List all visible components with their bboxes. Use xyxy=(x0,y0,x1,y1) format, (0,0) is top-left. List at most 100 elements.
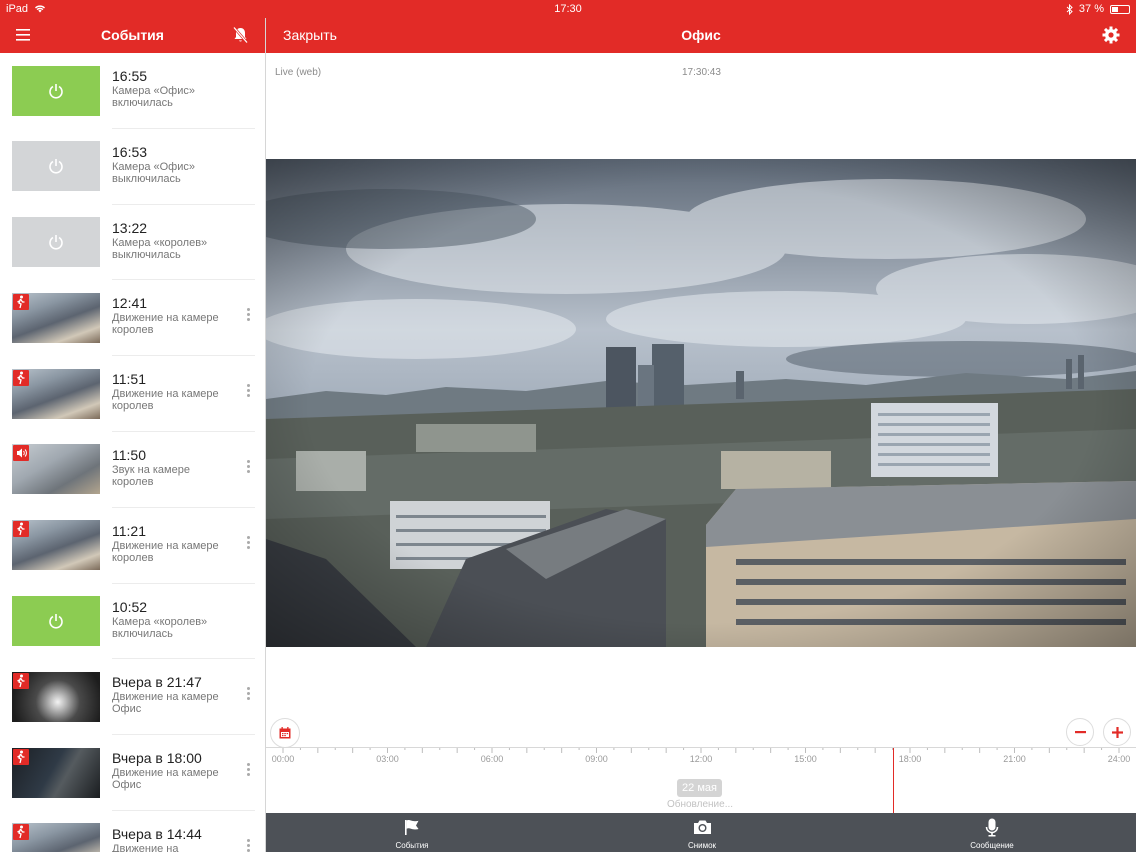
event-thumbnail[interactable] xyxy=(12,596,100,647)
date-badge: 22 мая xyxy=(677,779,722,797)
calendar-icon xyxy=(279,727,291,739)
video-timestamp: 17:30:43 xyxy=(682,67,721,78)
bell-off-icon[interactable] xyxy=(232,26,249,44)
event-item[interactable]: Вчера в 14:44 Движение на xyxy=(0,811,265,852)
event-time: Вчера в 18:00 xyxy=(112,750,202,767)
battery-icon xyxy=(1110,4,1130,14)
event-thumbnail[interactable] xyxy=(12,65,100,116)
more-options-icon[interactable] xyxy=(247,459,250,475)
motion-icon xyxy=(13,369,29,386)
updating-status: Обновление... xyxy=(666,799,734,810)
timeline-tick-label: 12:00 xyxy=(689,754,713,764)
camera-title: Офис xyxy=(681,27,721,43)
timeline-tick-label: 24:00 xyxy=(1107,754,1131,764)
event-time: 10:52 xyxy=(112,598,148,615)
event-time: 16:53 xyxy=(112,143,148,160)
event-item[interactable]: 11:50 Звук на камере королев xyxy=(0,432,265,508)
power-icon xyxy=(48,83,64,104)
microphone-icon xyxy=(985,818,999,837)
event-item[interactable]: 16:53 Камера «Офис» выключилась xyxy=(0,129,265,205)
event-thumbnail[interactable] xyxy=(12,823,100,852)
event-item[interactable]: 13:22 Камера «королев» выключилась xyxy=(0,205,265,281)
event-thumbnail[interactable] xyxy=(12,368,100,419)
bluetooth-icon xyxy=(1066,3,1073,15)
event-description: Движение на камере королев xyxy=(112,388,219,413)
app-root: { "status_bar": { "device": "iPad", "tim… xyxy=(0,0,1136,852)
bottom-tab-bar: События Снимок Сообщение xyxy=(266,813,1136,852)
motion-icon xyxy=(13,748,29,765)
event-description: Движение на камере королев xyxy=(112,312,219,337)
gear-icon[interactable] xyxy=(1102,26,1120,44)
timeline-tick-label: 06:00 xyxy=(480,754,504,764)
minus-icon xyxy=(1075,731,1086,734)
timeline-tick-label: 03:00 xyxy=(376,754,399,764)
more-options-icon[interactable] xyxy=(247,838,250,852)
event-item[interactable]: 11:51 Движение на камере королев xyxy=(0,356,265,432)
event-description: Движение на камере Офис xyxy=(112,767,219,792)
motion-icon xyxy=(13,824,29,841)
tab-message-label: Сообщение xyxy=(970,841,1014,850)
events-list[interactable]: 16:55 Камера «Офис» включилась 16:53 Камера… xyxy=(0,53,265,852)
event-description: Камера «королев» включилась xyxy=(112,615,208,640)
zoom-in-button[interactable] xyxy=(1103,718,1131,746)
event-time: 12:41 xyxy=(112,295,148,312)
more-options-icon[interactable] xyxy=(247,687,250,702)
event-thumbnail[interactable] xyxy=(12,141,100,192)
source-label: Live (web) xyxy=(275,67,322,78)
camera-icon xyxy=(693,820,711,834)
tab-snapshot[interactable]: Снимок xyxy=(632,813,772,852)
event-item[interactable]: Вчера в 21:47 Движение на камере Офис xyxy=(0,659,265,735)
event-item[interactable]: 10:52 Камера «королев» включилась xyxy=(0,584,265,660)
event-description: Движение на камере Офис xyxy=(112,691,219,716)
timeline-tick-label: 18:00 xyxy=(898,754,922,764)
calendar-button[interactable] xyxy=(270,718,300,748)
motion-icon xyxy=(13,521,29,538)
zoom-out-button[interactable] xyxy=(1066,718,1094,746)
event-description: Звук на камере королев xyxy=(112,463,190,488)
timeline-tick-label: 00:00 xyxy=(271,754,295,764)
more-options-icon[interactable] xyxy=(247,308,250,323)
event-description: Движение на камере королев xyxy=(112,539,219,564)
event-thumbnail[interactable] xyxy=(12,747,100,798)
timeline-tick-label: 09:00 xyxy=(585,754,608,764)
tab-message[interactable]: Сообщение xyxy=(922,813,1062,852)
status-right: 37 % xyxy=(1066,3,1130,15)
motion-icon xyxy=(13,293,29,310)
event-item[interactable]: 11:21 Движение на камере королев xyxy=(0,508,265,584)
event-description: Камера «Офис» выключилась xyxy=(112,160,195,185)
more-options-icon[interactable] xyxy=(247,384,250,399)
event-thumbnail[interactable] xyxy=(12,520,100,571)
event-item[interactable]: Вчера в 18:00 Движение на камере Офис xyxy=(0,735,265,811)
event-description: Движение на xyxy=(112,842,179,852)
timeline-tick-label: 15:00 xyxy=(794,754,817,764)
status-bar: iPad 17:30 37 % xyxy=(0,0,1136,18)
event-description: Камера «Офис» включилась xyxy=(112,85,195,109)
tab-events[interactable]: События xyxy=(342,813,482,852)
event-item[interactable]: 16:55 Камера «Офис» включилась xyxy=(0,53,265,129)
more-options-icon[interactable] xyxy=(247,763,250,778)
event-time: 16:55 xyxy=(112,68,148,84)
power-icon xyxy=(48,158,64,179)
event-description: Камера «королев» выключилась xyxy=(112,236,208,261)
motion-icon xyxy=(13,672,29,689)
video-frame[interactable] xyxy=(266,159,1136,647)
status-time: 17:30 xyxy=(554,3,582,15)
timeline-cursor[interactable] xyxy=(893,748,894,813)
camera-header: Закрыть Офис xyxy=(266,18,1136,53)
event-time: 13:22 xyxy=(112,219,148,236)
more-options-icon[interactable] xyxy=(247,535,250,551)
events-header: События xyxy=(0,18,265,53)
event-thumbnail[interactable] xyxy=(12,217,100,268)
tab-snapshot-label: Снимок xyxy=(687,841,717,850)
event-item[interactable]: 12:41 Движение на камере королев xyxy=(0,280,265,356)
events-title: События xyxy=(101,27,164,43)
event-time: Вчера в 21:47 xyxy=(112,674,202,691)
power-icon xyxy=(48,234,64,255)
event-thumbnail[interactable] xyxy=(12,292,100,343)
event-thumbnail[interactable] xyxy=(12,671,100,722)
event-time: 11:21 xyxy=(112,522,146,539)
event-time: Вчера в 14:44 xyxy=(112,825,202,842)
flag-icon xyxy=(405,820,419,835)
event-thumbnail[interactable] xyxy=(12,444,100,495)
event-time: 11:51 xyxy=(112,371,146,388)
